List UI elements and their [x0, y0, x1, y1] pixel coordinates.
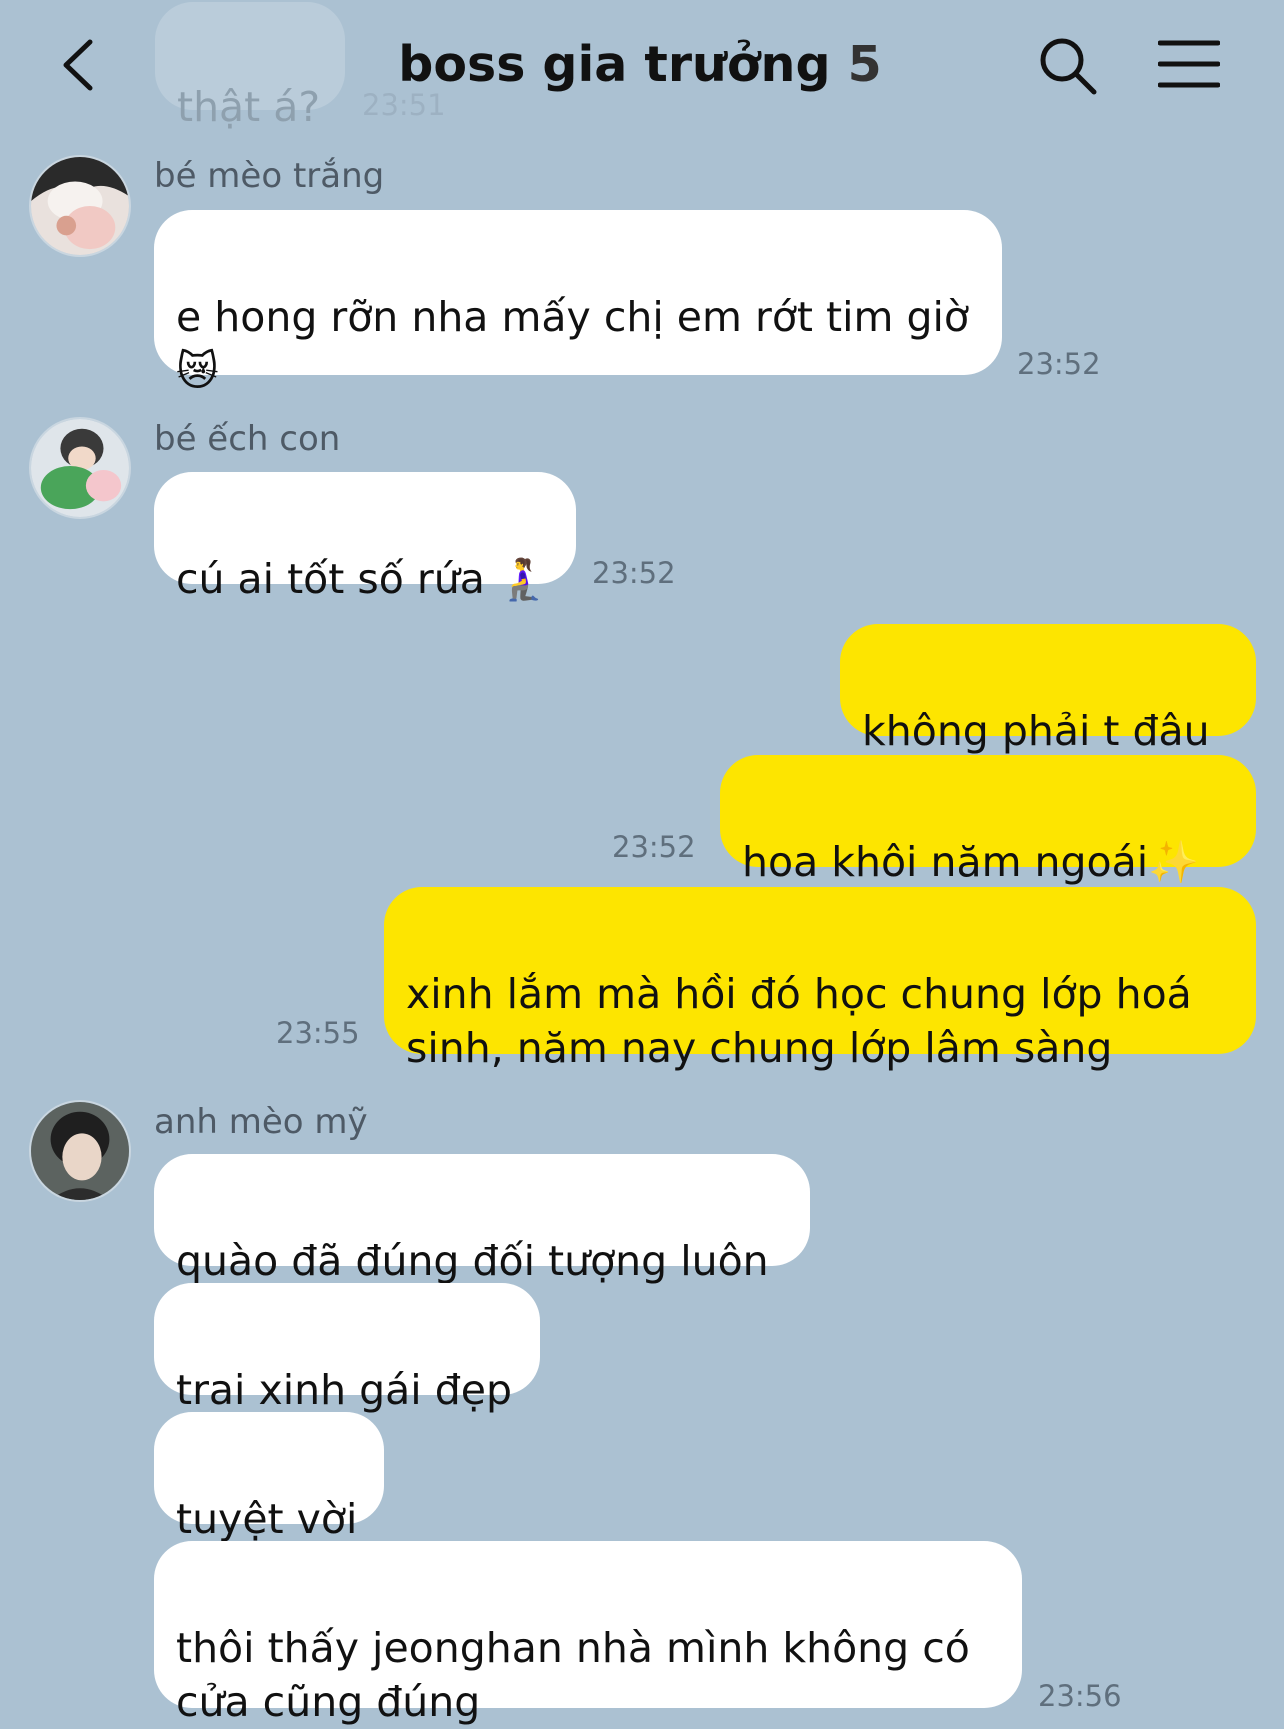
chevron-left-icon — [63, 39, 93, 91]
message-text: hoa khôi năm ngoái✨ — [742, 838, 1200, 886]
message-time: 23:56 — [1038, 1679, 1122, 1713]
avatar-be-meo-trang[interactable] — [29, 155, 131, 257]
message-text: quào đã đúng đối tượng luôn — [176, 1237, 769, 1285]
outgoing-message-bubble[interactable]: hoa khôi năm ngoái✨ — [720, 755, 1256, 886]
message-time: 23:52 — [1017, 347, 1101, 381]
chat-title: boss gia trưởng 5 — [340, 36, 940, 93]
message-time: 23:52 — [612, 830, 696, 864]
message-time: 23:55 — [276, 1016, 360, 1050]
menu-icon — [1157, 40, 1221, 88]
search-button[interactable] — [1036, 34, 1100, 98]
message-time: 23:52 — [592, 556, 676, 590]
message-text: cú ai tốt số rứa 🧎‍♀️ — [176, 555, 549, 603]
message-text: không phải t đâu — [862, 707, 1210, 755]
member-count: 5 — [847, 36, 882, 93]
avatar-anh-meo-my[interactable] — [29, 1100, 131, 1202]
avatar-image — [31, 157, 129, 255]
avatar-image — [31, 419, 129, 517]
message-bubble[interactable]: tuyệt vời — [154, 1412, 384, 1543]
avatar-image — [31, 1102, 129, 1200]
message-bubble[interactable]: thôi thấy jeonghan nhà mình không có cửa… — [154, 1541, 1022, 1726]
message-bubble[interactable]: quào đã đúng đối tượng luôn — [154, 1154, 810, 1285]
message-bubble[interactable]: trai xinh gái đẹp — [154, 1283, 540, 1414]
message-text: e hong rỡn nha mấy chị em rớt tim giờ 😿 — [176, 293, 969, 395]
outgoing-message-bubble[interactable]: không phải t đâu — [840, 624, 1256, 755]
message-bubble[interactable]: e hong rỡn nha mấy chị em rớt tim giờ 😿 — [154, 210, 1002, 395]
search-icon — [1040, 38, 1097, 95]
previous-message-time: 23:51 — [362, 88, 446, 122]
message-text: thôi thấy jeonghan nhà mình không có cửa… — [176, 1624, 970, 1726]
sender-name: bé mèo trắng — [154, 156, 385, 196]
sender-name: anh mèo mỹ — [154, 1102, 368, 1142]
message-text: xinh lắm mà hồi đó học chung lớp hoá sin… — [406, 970, 1192, 1072]
previous-message-bubble: thật á? — [155, 2, 345, 131]
previous-message-text: thật á? — [177, 83, 321, 131]
chat-title-text: boss gia trưởng — [398, 36, 831, 93]
back-button[interactable] — [52, 30, 112, 100]
menu-button[interactable] — [1157, 38, 1221, 90]
sender-name: bé ếch con — [154, 419, 341, 459]
message-bubble[interactable]: cú ai tốt số rứa 🧎‍♀️ — [154, 472, 576, 603]
message-text: trai xinh gái đẹp — [176, 1366, 512, 1414]
outgoing-message-bubble[interactable]: xinh lắm mà hồi đó học chung lớp hoá sin… — [384, 887, 1256, 1072]
avatar-be-ech-con[interactable] — [29, 417, 131, 519]
message-text: tuyệt vời — [176, 1495, 358, 1543]
